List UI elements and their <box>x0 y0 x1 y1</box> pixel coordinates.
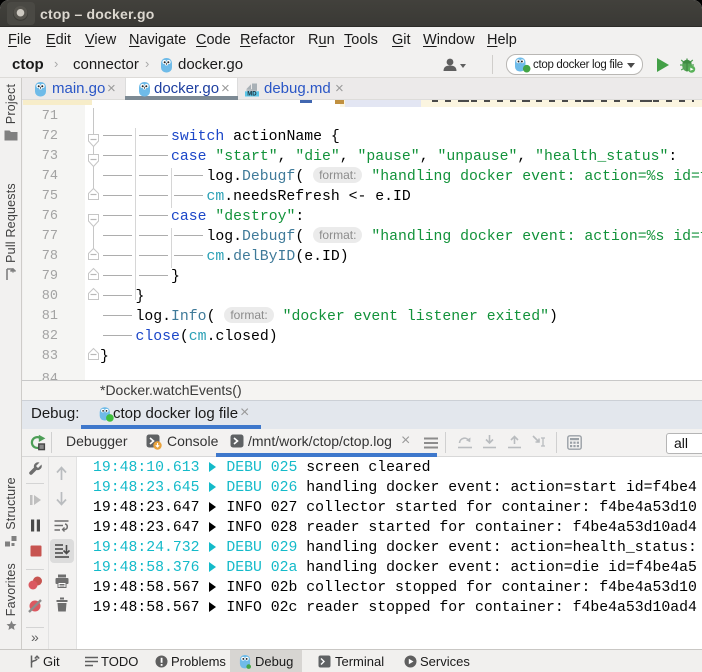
svg-text:MD: MD <box>247 92 257 97</box>
